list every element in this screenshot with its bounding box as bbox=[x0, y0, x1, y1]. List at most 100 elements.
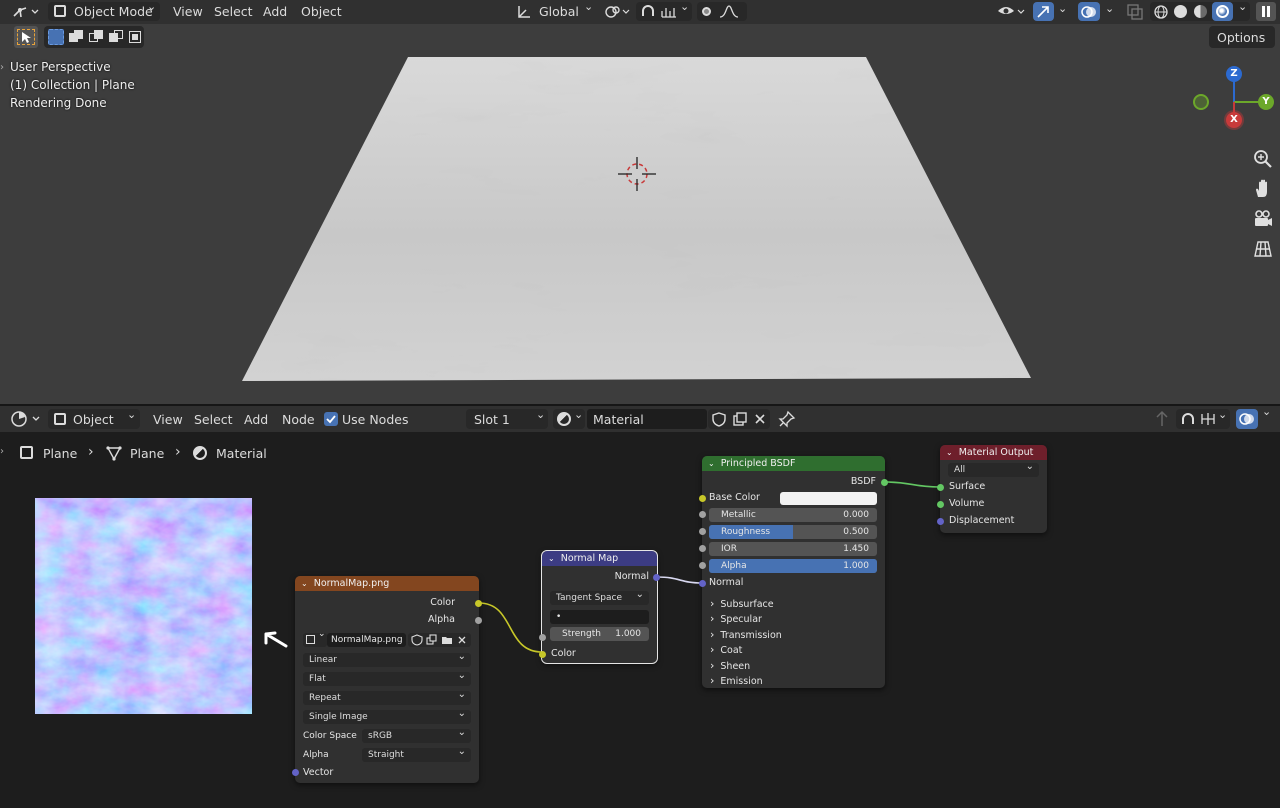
mode-dropdown[interactable]: Object Mode ⌄ bbox=[48, 0, 160, 21]
output-bsdf-socket[interactable] bbox=[881, 479, 888, 486]
input-alpha-socket[interactable] bbox=[699, 562, 706, 569]
input-ior-socket[interactable] bbox=[699, 545, 706, 552]
solid-shading-icon[interactable] bbox=[1174, 5, 1187, 18]
browse-material-button[interactable]: ⌄ bbox=[553, 408, 585, 429]
strength-field[interactable]: Strength 1.000 bbox=[550, 627, 649, 641]
gizmo-x-axis[interactable]: X bbox=[1226, 112, 1242, 128]
collapse-chevron-icon[interactable]: ⌄ bbox=[548, 554, 555, 563]
input-volume-socket[interactable] bbox=[937, 501, 944, 508]
gizmo-z-axis[interactable]: Z bbox=[1226, 66, 1242, 82]
input-metallic-socket[interactable] bbox=[699, 511, 706, 518]
pan-hand-icon[interactable] bbox=[1253, 179, 1273, 199]
fake-user-shield-icon[interactable] bbox=[411, 634, 423, 646]
output-normal-socket[interactable] bbox=[653, 574, 660, 581]
menu-view[interactable]: View bbox=[153, 412, 183, 427]
rendered-shading-button[interactable] bbox=[1212, 2, 1233, 21]
menu-select[interactable]: Select bbox=[194, 412, 233, 427]
chevron-down-icon[interactable]: ⌄ bbox=[1105, 2, 1114, 15]
overlays-toggle-button[interactable] bbox=[1236, 409, 1258, 429]
parent-node-tree-icon[interactable] bbox=[1152, 410, 1172, 428]
pause-render-button[interactable] bbox=[1256, 2, 1276, 21]
pin-icon[interactable] bbox=[778, 410, 796, 428]
xray-icon[interactable] bbox=[1126, 3, 1144, 20]
image-browse-button[interactable]: ⌄ bbox=[303, 629, 327, 647]
menu-node[interactable]: Node bbox=[282, 412, 315, 427]
input-vector-socket[interactable] bbox=[292, 769, 299, 776]
color-space-dropdown[interactable]: sRGB ⌄ bbox=[362, 727, 471, 743]
image-texture-node[interactable]: ⌄ NormalMap.png Color Alpha ⌄ NormalMap.… bbox=[292, 576, 482, 783]
gizmo-y-axis[interactable]: Y bbox=[1258, 94, 1274, 110]
input-color-socket[interactable] bbox=[539, 651, 546, 658]
3d-viewport[interactable]: Object Mode ⌄ View Select Add Object Glo… bbox=[0, 0, 1280, 404]
image-name-field[interactable]: NormalMap.png bbox=[327, 633, 406, 647]
marble-plane[interactable] bbox=[0, 0, 1280, 404]
panel-sheen[interactable]: › Sheen bbox=[710, 659, 750, 673]
panel-subsurface[interactable]: › Subsurface bbox=[710, 597, 774, 611]
node-header[interactable]: ⌄ Principled BSDF bbox=[702, 456, 885, 471]
collapse-chevron-icon[interactable]: ⌄ bbox=[708, 459, 715, 468]
uv-map-field[interactable]: • bbox=[550, 610, 649, 624]
menu-add[interactable]: Add bbox=[263, 4, 287, 19]
chevron-down-icon[interactable]: ⌄ bbox=[1262, 405, 1271, 418]
collapse-chevron-icon[interactable]: ⌄ bbox=[301, 579, 308, 588]
projection-dropdown[interactable]: Flat ⌄ bbox=[303, 670, 471, 686]
duplicate-icon[interactable] bbox=[426, 634, 438, 646]
fake-user-shield-icon[interactable] bbox=[711, 411, 727, 427]
material-name-field[interactable]: Material bbox=[587, 409, 707, 429]
material-output-node[interactable]: ⌄ Material Output All ⌄ Surface Volume D… bbox=[937, 445, 1047, 533]
interpolation-dropdown[interactable]: Linear ⌄ bbox=[303, 651, 471, 667]
target-dropdown[interactable]: All ⌄ bbox=[948, 461, 1039, 477]
transform-orientation-dropdown[interactable]: Global ⌄ bbox=[514, 0, 594, 21]
camera-view-icon[interactable] bbox=[1253, 209, 1273, 229]
output-alpha-socket[interactable] bbox=[475, 617, 482, 624]
output-color-socket[interactable] bbox=[475, 600, 482, 607]
input-surface-socket[interactable] bbox=[937, 484, 944, 491]
use-nodes-checkbox[interactable] bbox=[324, 412, 338, 426]
menu-object[interactable]: Object bbox=[301, 4, 342, 19]
wireframe-shading-icon[interactable] bbox=[1153, 4, 1169, 19]
duplicate-icon[interactable] bbox=[732, 411, 748, 427]
roughness-field[interactable]: Roughness 0.500 bbox=[709, 525, 877, 539]
node-header[interactable]: ⌄ Normal Map bbox=[542, 551, 657, 566]
snap-group[interactable]: ⌄ bbox=[1176, 408, 1230, 429]
panel-specular[interactable]: › Specular bbox=[710, 612, 762, 626]
alpha-mode-dropdown[interactable]: Straight ⌄ bbox=[362, 746, 471, 762]
select-tool-button[interactable] bbox=[14, 26, 38, 48]
alpha-field[interactable]: Alpha 1.000 bbox=[709, 559, 877, 573]
chevron-down-icon[interactable]: ⌄ bbox=[1238, 0, 1247, 13]
editor-type-button[interactable] bbox=[10, 3, 42, 21]
input-displacement-socket[interactable] bbox=[937, 518, 944, 525]
select-intersect-icon[interactable] bbox=[128, 30, 142, 44]
shader-type-dropdown[interactable]: Object ⌄ bbox=[48, 408, 140, 429]
slot-dropdown[interactable]: Slot 1 ⌄ bbox=[466, 408, 548, 429]
extension-dropdown[interactable]: Repeat ⌄ bbox=[303, 689, 471, 705]
zoom-icon[interactable] bbox=[1253, 149, 1273, 169]
gizmo-toggle-button[interactable] bbox=[1033, 2, 1054, 21]
base-color-swatch[interactable] bbox=[780, 492, 877, 505]
shader-editor[interactable]: Object ⌄ View Select Add Node Use Nodes … bbox=[0, 405, 1280, 808]
menu-view[interactable]: View bbox=[173, 4, 203, 19]
navigation-gizmo[interactable]: Z Y X bbox=[1190, 62, 1280, 134]
space-dropdown[interactable]: Tangent Space ⌄ bbox=[550, 589, 649, 605]
collapse-chevron-icon[interactable]: ⌄ bbox=[946, 448, 953, 457]
sidebar-toggle-icon[interactable]: › bbox=[0, 62, 6, 73]
open-folder-icon[interactable] bbox=[441, 634, 453, 646]
editor-type-button[interactable] bbox=[10, 410, 44, 428]
use-nodes-label[interactable]: Use Nodes bbox=[342, 412, 408, 427]
perspective-grid-icon[interactable] bbox=[1253, 239, 1273, 259]
chevron-down-icon[interactable]: ⌄ bbox=[1058, 2, 1067, 15]
visibility-eye-icon[interactable] bbox=[996, 2, 1026, 21]
overlays-toggle-button[interactable] bbox=[1078, 2, 1100, 21]
select-subtract-icon[interactable] bbox=[89, 30, 103, 44]
menu-add[interactable]: Add bbox=[244, 412, 268, 427]
options-dropdown[interactable]: Options bbox=[1209, 26, 1275, 48]
proportional-editing-group[interactable] bbox=[697, 2, 747, 21]
select-invert-icon[interactable] bbox=[109, 30, 123, 44]
source-dropdown[interactable]: Single Image ⌄ bbox=[303, 708, 471, 724]
gizmo-neg-y-axis[interactable] bbox=[1193, 94, 1209, 110]
panel-coat[interactable]: › Coat bbox=[710, 643, 742, 657]
select-new-icon[interactable] bbox=[48, 29, 64, 45]
unlink-close-icon[interactable] bbox=[753, 412, 767, 426]
input-roughness-socket[interactable] bbox=[699, 528, 706, 535]
sidebar-toggle-icon[interactable]: › bbox=[0, 446, 4, 457]
